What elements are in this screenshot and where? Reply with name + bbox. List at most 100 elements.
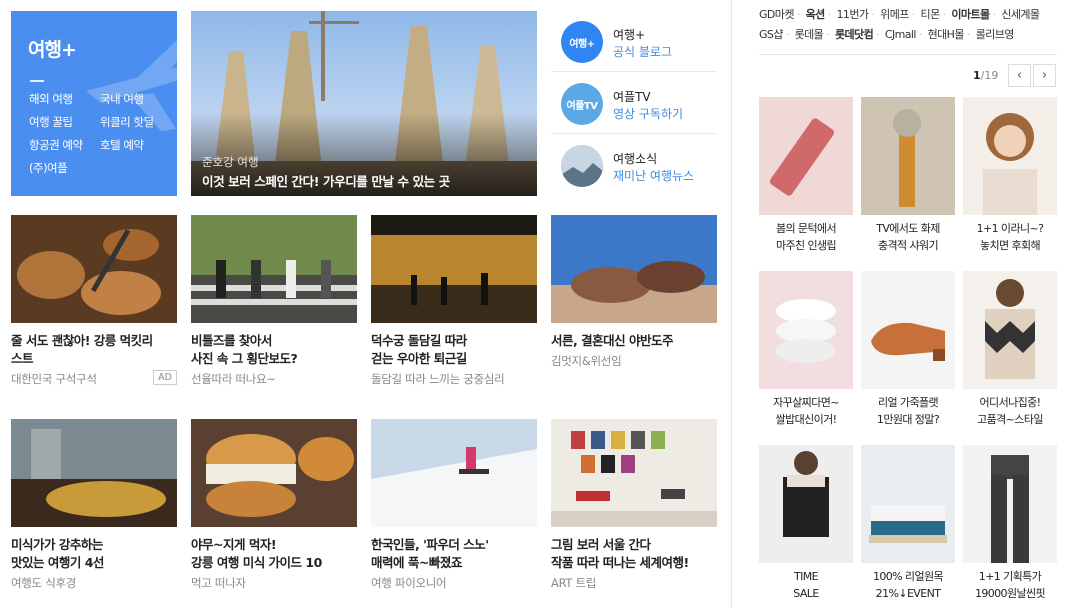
mall-link[interactable]: 옥션 bbox=[806, 8, 826, 21]
card-title: 한국인들, '파우더 스노' bbox=[371, 537, 489, 552]
separator: · bbox=[992, 8, 996, 21]
product-label: 충격적 샤워기 bbox=[877, 239, 939, 252]
product-label: 어디서나집중! bbox=[979, 396, 1042, 409]
product-blouse[interactable]: 1+1 이라니~? 놓치면 후회해 bbox=[963, 97, 1057, 254]
prev-page-button[interactable]: ‹ bbox=[1008, 64, 1031, 87]
channel-name: 여행소식 bbox=[613, 152, 658, 166]
card-title: 서른, 결혼대신 야반도주 bbox=[551, 333, 673, 348]
product-image bbox=[861, 97, 955, 215]
mall-link[interactable]: 롯데몰 bbox=[795, 28, 824, 41]
product-wooden-bed[interactable]: 100% 리얼원목 21%↓EVENT bbox=[861, 445, 955, 602]
separator: · bbox=[785, 28, 789, 41]
mall-link[interactable]: GS샵 bbox=[759, 28, 783, 41]
product-leather-flat[interactable]: 리얼 가죽플랫 1만원대 정말? bbox=[861, 271, 955, 428]
product-label: 쌀밥대신이거! bbox=[775, 413, 838, 426]
product-rice-cake[interactable]: 자꾸살찌다면~ 쌀밥대신이거! bbox=[759, 271, 853, 428]
mall-link[interactable]: 위메프 bbox=[880, 8, 909, 21]
product-label: 리얼 가죽플랫 bbox=[877, 396, 939, 409]
product-label: SALE bbox=[793, 587, 819, 600]
card-gourmet-travel[interactable]: 미식가가 강추하는 맛있는 여행기 4선 여행도 식후경 bbox=[11, 419, 177, 591]
hero-subtitle: 준호강 여행 bbox=[202, 155, 259, 169]
shopping-divider bbox=[759, 54, 1057, 55]
next-page-button[interactable]: › bbox=[1033, 64, 1056, 87]
mall-link[interactable]: CJmall bbox=[885, 28, 917, 41]
hero-title[interactable]: 이것 보러 스페인 간다! 가우디를 만날 수 있는 곳 bbox=[202, 171, 450, 190]
product-knit-top[interactable]: 어디서나집중! 고품격~스타일 bbox=[963, 271, 1057, 428]
product-image bbox=[759, 271, 853, 389]
card-deoksugung[interactable]: 덕수궁 돌담길 따라 걷는 우아한 퇴근길 돌담길 따라 느끼는 궁중심리 bbox=[371, 215, 537, 387]
product-slim-leggings[interactable]: 1+1 기획특가 19000원날씬핏 bbox=[963, 445, 1057, 602]
product-label: 고품격~스타일 bbox=[977, 413, 1043, 426]
product-label: 마주친 인생립 bbox=[775, 239, 837, 252]
product-image bbox=[759, 445, 853, 563]
promo-link-tips[interactable]: 여행 꿀팁 bbox=[29, 114, 73, 130]
travelplus-logo-icon: 여행+ bbox=[561, 21, 603, 63]
card-title: 사진 속 그 횡단보도? bbox=[191, 351, 298, 366]
card-gangneung-gourmet-guide[interactable]: 야무~지게 먹자! 강릉 여행 미식 가이드 10 먹고 떠나자 bbox=[191, 419, 357, 591]
promo-link-flight[interactable]: 항공권 예약 bbox=[29, 137, 83, 153]
promo-link-company[interactable]: (주)여플 bbox=[29, 160, 68, 176]
separator: · bbox=[796, 8, 800, 21]
mall-link[interactable]: 롯데닷컴 bbox=[835, 28, 874, 41]
card-source: 대한민국 구석구석 bbox=[11, 372, 97, 386]
promo-link-overseas[interactable]: 해외 여행 bbox=[29, 91, 73, 107]
card-thumbnail bbox=[11, 419, 177, 527]
mall-link[interactable]: 티몬 bbox=[921, 8, 941, 21]
product-shower-head[interactable]: TV에서도 화제 충격적 샤워기 bbox=[861, 97, 955, 254]
yeopl-tv-logo-icon: 여플TV bbox=[561, 83, 603, 125]
channel-yeopl-tv[interactable]: 여플TV 여플TV 영상 구독하기 bbox=[551, 73, 717, 134]
chevron-right-icon: › bbox=[1041, 68, 1048, 83]
card-title: 줄 서도 괜찮아! 강릉 먹킷리 bbox=[11, 333, 153, 348]
product-lipstick[interactable]: 봄의 문턱에서 마주친 인생립 bbox=[759, 97, 853, 254]
card-thirty-escape[interactable]: 서른, 결혼대신 야반도주 김멋지&위선임 bbox=[551, 215, 717, 369]
card-beatles[interactable]: 비틀즈를 찾아서 사진 속 그 횡단보도? 선율따라 떠나요~ bbox=[191, 215, 357, 387]
promo-title[interactable]: 여행+ bbox=[28, 35, 77, 62]
channel-name: 여행+ bbox=[613, 28, 646, 42]
card-art-trip[interactable]: 그림 보러 서울 간다 작품 따라 떠나는 세계여행! ART 트립 bbox=[551, 419, 717, 591]
product-label: 1+1 이라니~? bbox=[976, 222, 1044, 235]
page-current: 1 bbox=[973, 69, 981, 82]
channel-link[interactable]: 재미난 여행뉴스 bbox=[613, 167, 694, 184]
channel-link[interactable]: 공식 블로그 bbox=[613, 43, 672, 60]
product-image bbox=[861, 271, 955, 389]
chevron-left-icon: ‹ bbox=[1016, 68, 1023, 83]
card-source: 선율따라 떠나요~ bbox=[191, 372, 276, 386]
product-time-sale[interactable]: TIME SALE bbox=[759, 445, 853, 602]
card-powder-snow[interactable]: 한국인들, '파우더 스노' 매력에 푹~빠졌죠 여행 파이오니어 bbox=[371, 419, 537, 591]
product-label: 자꾸살찌다면~ bbox=[773, 396, 839, 409]
product-pagination: 1/19 bbox=[973, 69, 998, 82]
product-label: 1+1 기획특가 bbox=[978, 570, 1042, 583]
product-image bbox=[759, 97, 853, 215]
separator: · bbox=[911, 8, 915, 21]
channel-travelplus-blog[interactable]: 여행+ 여행+ 공식 블로그 bbox=[551, 11, 717, 72]
card-title: 스트 bbox=[11, 351, 34, 366]
product-label: 봄의 문턱에서 bbox=[775, 222, 837, 235]
card-gangneung-food[interactable]: 줄 서도 괜찮아! 강릉 먹킷리 스트 대한민국 구석구석 AD bbox=[11, 215, 177, 387]
card-source: 여행 파이오니어 bbox=[371, 576, 447, 590]
card-source: 돌담길 따라 느끼는 궁중심리 bbox=[371, 372, 505, 386]
product-label: 21%↓EVENT bbox=[875, 587, 941, 600]
mall-link[interactable]: GD마켓 bbox=[759, 8, 794, 21]
mall-link[interactable]: 현대H몰 bbox=[928, 28, 965, 41]
shopping-mall-links-row1: GD마켓 · 옥션 · 11번가 · 위메프 · 티몬 · 이마트몰 · 신세계몰 bbox=[759, 6, 1059, 22]
promo-link-domestic[interactable]: 국내 여행 bbox=[100, 91, 144, 107]
card-title: 비틀즈를 찾아서 bbox=[191, 333, 272, 348]
promo-link-hotel[interactable]: 호텔 예약 bbox=[100, 137, 144, 153]
card-thumbnail bbox=[551, 215, 717, 323]
separator: · bbox=[827, 8, 831, 21]
card-title: 매력에 푹~빠졌죠 bbox=[371, 555, 462, 570]
channel-travel-news[interactable]: 여행소식 재미난 여행뉴스 bbox=[551, 135, 717, 196]
hero-feature[interactable]: 준호강 여행 이것 보러 스페인 간다! 가우디를 만날 수 있는 곳 bbox=[191, 11, 537, 196]
channel-name: 여플TV bbox=[613, 90, 651, 104]
mall-link[interactable]: 이마트몰 bbox=[951, 8, 990, 21]
card-title: 그림 보러 서울 간다 bbox=[551, 537, 651, 552]
product-image bbox=[963, 97, 1057, 215]
promo-divider bbox=[30, 80, 44, 82]
channel-link[interactable]: 영상 구독하기 bbox=[613, 105, 683, 122]
product-label: 19000원날씬핏 bbox=[974, 587, 1046, 600]
promo-link-weekly-deal[interactable]: 위클리 핫딜 bbox=[100, 114, 154, 130]
mall-link[interactable]: 롤리브영 bbox=[976, 28, 1015, 41]
mall-link[interactable]: 신세계몰 bbox=[1001, 8, 1040, 21]
card-title: 덕수궁 돌담길 따라 bbox=[371, 333, 467, 348]
mall-link[interactable]: 11번가 bbox=[837, 8, 869, 21]
